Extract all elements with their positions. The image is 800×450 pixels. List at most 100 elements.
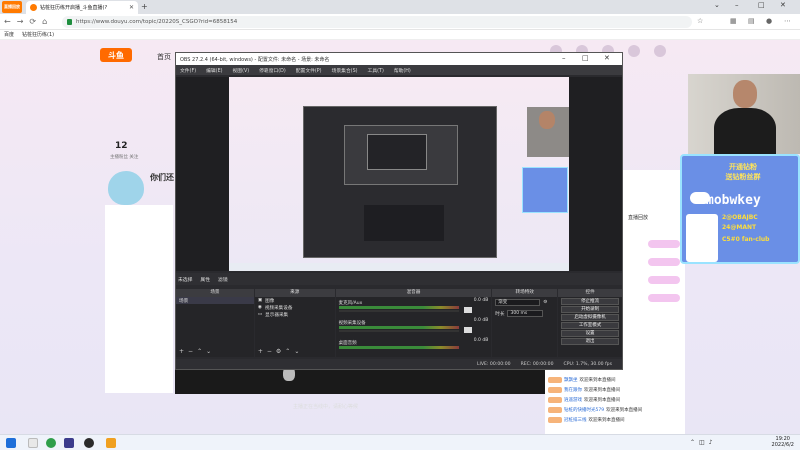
obs-preview-margin-left (176, 77, 229, 271)
windows-start-icon[interactable] (6, 438, 16, 448)
maximize-icon[interactable]: □ (758, 1, 765, 9)
user-center-icon[interactable] (654, 45, 666, 57)
close-window-icon[interactable]: ✕ (780, 1, 786, 9)
source-item[interactable]: ▭ 显示器采集 (255, 311, 335, 318)
url-text: https://www.douyu.com/topic/20220S_CSGO?… (76, 19, 238, 25)
search-icon[interactable] (28, 438, 38, 448)
studio-mode-button[interactable]: 工作室模式 (561, 322, 619, 329)
menu-tools[interactable]: 工具(T) (368, 67, 384, 74)
obs-close-icon[interactable]: ✕ (604, 54, 610, 62)
source-item[interactable]: ◉ 视频采集设备 (255, 304, 335, 311)
properties-button[interactable]: 属性 (200, 276, 210, 283)
obs-preview[interactable] (229, 77, 569, 271)
chrome-icon[interactable] (46, 438, 56, 448)
menu-view[interactable]: 视图(V) (232, 67, 249, 74)
nav-home[interactable]: 首页 (157, 52, 171, 62)
windows-taskbar: ⌃ ◫ ♪ 19:20 2022/6/2 (0, 434, 800, 450)
start-recording-button[interactable]: 开始录制 (561, 306, 619, 313)
menu-scene-collection[interactable]: 场景集合(S) (332, 67, 358, 74)
close-tab-icon[interactable]: ✕ (129, 4, 134, 11)
streamer-tagline: 你们还 (150, 173, 174, 182)
source-item[interactable]: ▣ 图像 (255, 297, 335, 304)
add-scene-icon[interactable]: + (179, 348, 184, 355)
transition-settings-icon[interactable]: ⚙ (543, 300, 547, 305)
chat-user[interactable]: 钻桩的快播时光579 (564, 407, 604, 413)
star-icon[interactable]: ☆ (697, 17, 703, 25)
tab-title: 钻桩狂历练开启播_斗鱼直播(? (40, 5, 108, 11)
gift-badge[interactable] (648, 240, 680, 248)
filters-button[interactable]: 滤镜 (218, 276, 228, 283)
source-settings-icon[interactable]: ⚙ (276, 348, 281, 355)
douyu-logo[interactable]: 斗鱼 (100, 48, 132, 62)
exit-button[interactable]: 退出 (561, 338, 619, 345)
chat-text: 欢迎来到本直播间 (588, 418, 625, 423)
add-source-icon[interactable]: + (258, 348, 263, 355)
chevron-up-icon[interactable]: ⌃ (690, 439, 695, 446)
menu-docks[interactable]: 停靠窗口(D) (259, 67, 286, 74)
speaker-icon[interactable] (463, 327, 472, 333)
profile-icon[interactable]: ● (766, 17, 772, 25)
banner-handle: mobwkey (706, 193, 761, 208)
address-bar[interactable]: https://www.douyu.com/topic/20220S_CSGO?… (62, 16, 692, 28)
duration-input[interactable]: 300 ms (507, 310, 544, 317)
settings-button[interactable]: 设置 (561, 330, 619, 337)
remove-source-icon[interactable]: − (267, 348, 272, 355)
remove-scene-icon[interactable]: − (188, 348, 193, 355)
forward-icon[interactable]: → (17, 17, 24, 26)
move-down-icon[interactable]: ⌄ (206, 348, 211, 355)
collections-icon[interactable]: ▤ (748, 17, 755, 25)
chat-panel-title: 直播回放 (628, 215, 649, 221)
extensions-icon[interactable]: ▦ (730, 17, 737, 25)
volume-icon[interactable]: ♪ (709, 439, 713, 446)
reload-icon[interactable]: ⟳ (29, 17, 36, 26)
new-tab-icon[interactable]: + (141, 2, 148, 11)
douyu-app-icon[interactable] (106, 438, 116, 448)
obs-maximize-icon[interactable]: □ (582, 54, 589, 62)
gift-icon[interactable] (628, 45, 640, 57)
channel-db: 0.0 dB (473, 338, 489, 343)
edge-icon[interactable] (64, 438, 74, 448)
fan-group-banner: 开通钻粉 送钻粉丝群 mobwkey 2@OBAJBC 24@MANT C5#0… (680, 154, 800, 264)
browser-tab[interactable]: 钻桩狂历练开启播_斗鱼直播(? ✕ (26, 1, 138, 14)
transitions-dock: 转场特效 渐变 ⚙ 时长 300 ms (492, 289, 558, 357)
gift-badge[interactable] (648, 276, 680, 284)
chat-message: 逍遥游戏 欢迎来到本直播间 (548, 395, 683, 405)
chat-message: 钻桩的快播时光579 欢迎来到本直播间 (548, 405, 683, 415)
menu-icon[interactable]: ⋯ (784, 17, 791, 25)
home-icon[interactable]: ⌂ (42, 17, 47, 26)
menu-help[interactable]: 帮助(H) (394, 67, 411, 74)
volume-slider[interactable] (338, 310, 459, 312)
level-badge-icon (548, 407, 562, 413)
chat-user[interactable]: 冠桩排三线 (564, 417, 587, 423)
gift-badge[interactable] (648, 294, 680, 302)
clock[interactable]: 19:20 2022/6/2 (772, 436, 794, 448)
minimize-icon[interactable]: – (735, 1, 739, 9)
move-up-icon[interactable]: ⌃ (197, 348, 202, 355)
scene-item[interactable]: 场景 (176, 297, 254, 304)
menu-profile[interactable]: 配置文件(P) (296, 67, 322, 74)
back-icon[interactable]: ← (4, 17, 11, 26)
speaker-icon[interactable] (463, 307, 472, 313)
bookmark-douyu[interactable]: 钻桩狂历练(1) (22, 31, 54, 38)
stop-streaming-button[interactable]: 停止推流 (561, 298, 619, 305)
obs-app-icon[interactable] (84, 438, 94, 448)
chat-user[interactable]: 逍遥游戏 (564, 397, 582, 403)
controls-header: 控件 (558, 289, 622, 297)
chat-user[interactable]: 我在跟你 (564, 387, 582, 393)
obs-minimize-icon[interactable]: – (562, 54, 566, 62)
chat-message: 飘飘坐 欢迎来到本直播间 (548, 375, 683, 385)
network-icon[interactable]: ◫ (699, 439, 705, 446)
chat-message: 冠桩排三线 欢迎来到本直播间 (548, 415, 683, 425)
menu-file[interactable]: 文件(F) (180, 67, 196, 74)
left-column (105, 205, 173, 393)
transition-select[interactable]: 渐变 (495, 299, 541, 306)
bookmark-baidu[interactable]: 百度 (4, 31, 14, 38)
gift-badge[interactable] (648, 258, 680, 266)
chevron-down-icon[interactable]: ⌄ (714, 1, 720, 9)
move-down-icon[interactable]: ⌄ (294, 348, 299, 355)
volume-slider[interactable] (338, 330, 459, 332)
virtual-camera-button[interactable]: 启动虚拟摄像机 (561, 314, 619, 321)
menu-edit[interactable]: 编辑(E) (206, 67, 222, 74)
move-up-icon[interactable]: ⌃ (285, 348, 290, 355)
chat-user[interactable]: 飘飘坐 (564, 377, 578, 383)
